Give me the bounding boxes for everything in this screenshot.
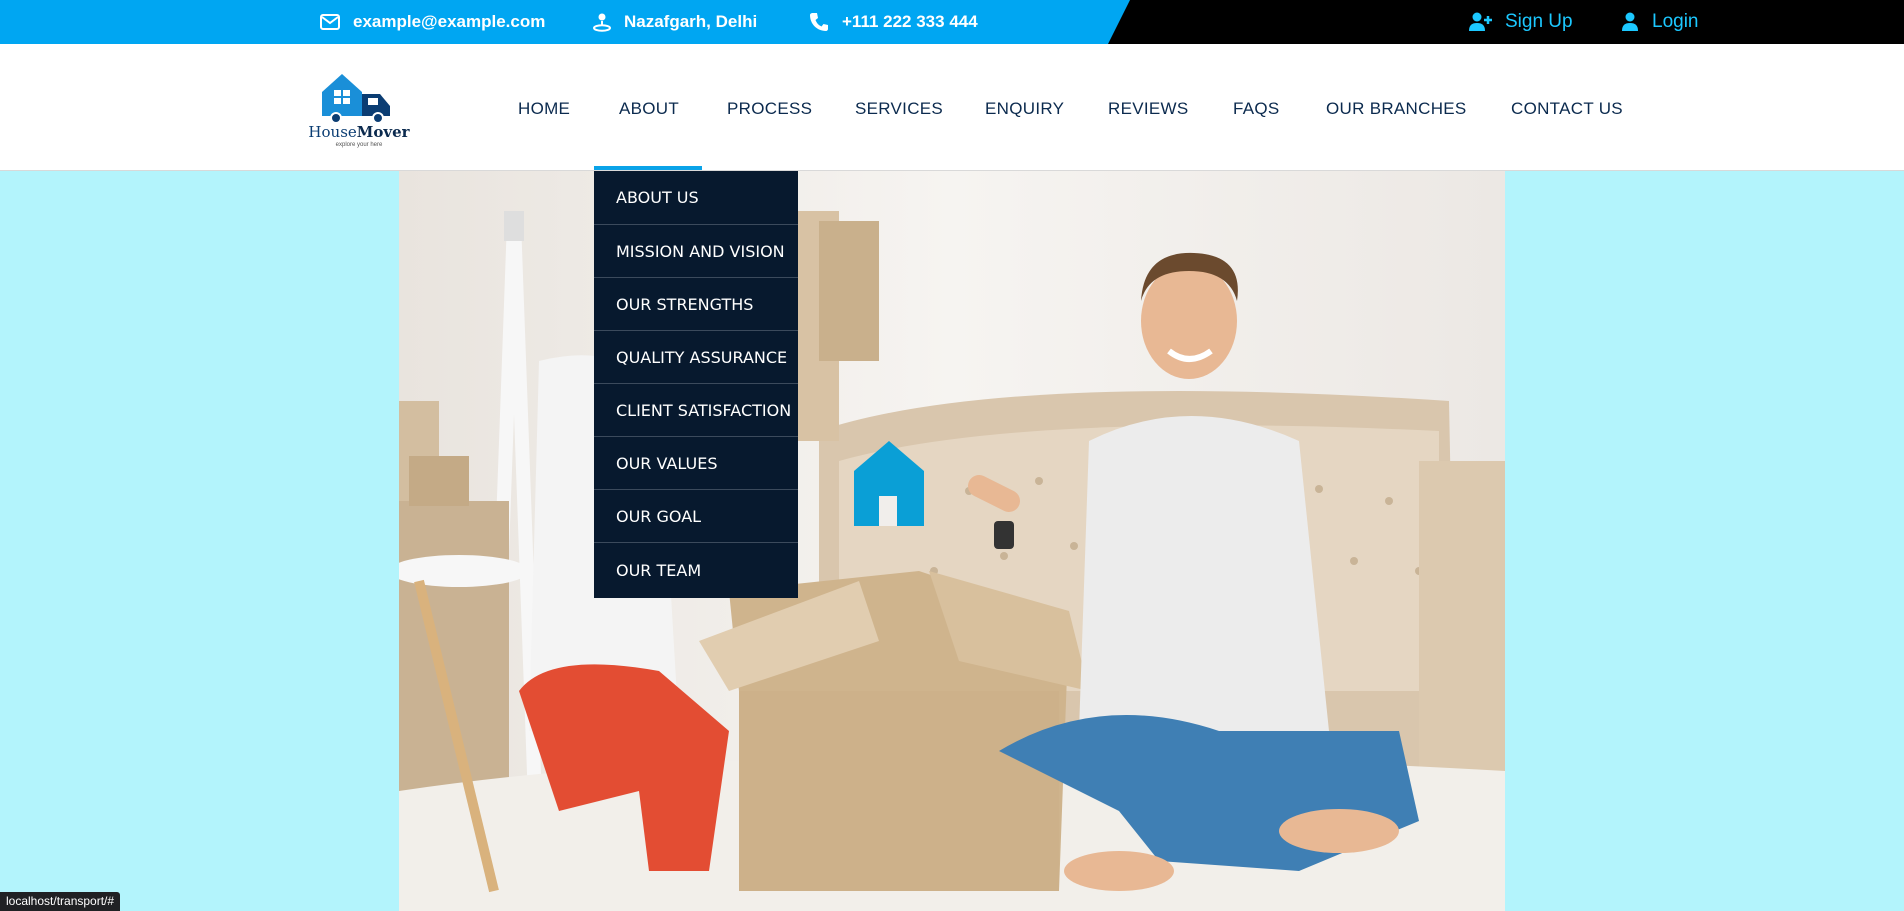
logo-house-text: House — [308, 123, 357, 141]
menu-item-quality-assurance[interactable]: QUALITY ASSURANCE — [594, 331, 798, 384]
signup-text: Sign Up — [1505, 11, 1573, 32]
nav-faqs[interactable]: FAQS — [1233, 99, 1280, 119]
menu-item-our-values[interactable]: OUR VALUES — [594, 437, 798, 490]
menu-item-mission-and-vision[interactable]: MISSION AND VISION — [594, 225, 798, 278]
nav-reviews[interactable]: REVIEWS — [1108, 99, 1189, 119]
top-bar: example@example.com Nazafgarh, Delhi +11… — [0, 0, 1904, 44]
user-plus-icon — [1469, 12, 1492, 31]
active-nav-indicator — [594, 166, 702, 170]
user-icon — [1622, 12, 1638, 31]
about-dropdown-menu: ABOUT US MISSION AND VISION OUR STRENGTH… — [594, 171, 798, 598]
location-text: Nazafgarh, Delhi — [624, 12, 758, 31]
menu-item-our-team[interactable]: OUR TEAM — [594, 543, 798, 598]
hero-banner-image — [399, 171, 1505, 911]
signup-link[interactable]: Sign Up — [1468, 0, 1573, 44]
nav-services[interactable]: SERVICES — [855, 99, 943, 119]
email-link[interactable]: example@example.com — [320, 0, 545, 44]
logo-tagline: explore your here — [335, 142, 383, 148]
phone-link[interactable]: +111 222 333 444 — [809, 0, 978, 44]
location-link[interactable]: Nazafgarh, Delhi — [593, 0, 757, 44]
menu-item-our-strengths[interactable]: OUR STRENGTHS — [594, 278, 798, 331]
nav-about[interactable]: ABOUT — [619, 99, 679, 119]
browser-status-url: localhost/transport/# — [0, 892, 121, 911]
menu-item-our-goal[interactable]: OUR GOAL — [594, 490, 798, 543]
logo-wordmark: HouseMover — [304, 123, 414, 141]
truck-house-logo-icon — [322, 74, 390, 124]
nav-contact-us[interactable]: CONTACT US — [1511, 99, 1623, 119]
email-text: example@example.com — [353, 12, 546, 31]
nav-our-branches[interactable]: OUR BRANCHES — [1326, 99, 1467, 119]
nav-process[interactable]: PROCESS — [727, 99, 812, 119]
site-logo[interactable]: HouseMover explore your here — [304, 68, 414, 152]
main-navbar: HouseMover explore your here HOME ABOUT … — [0, 44, 1904, 171]
nav-enquiry[interactable]: ENQUIRY — [985, 99, 1064, 119]
logo-mover-text: Mover — [356, 123, 410, 141]
menu-item-about-us[interactable]: ABOUT US — [594, 171, 798, 225]
phone-icon — [810, 13, 828, 31]
nav-home[interactable]: HOME — [518, 99, 570, 119]
hero-illustration — [399, 171, 1505, 911]
envelope-icon — [320, 14, 340, 30]
login-link[interactable]: Login — [1621, 0, 1699, 44]
login-text: Login — [1652, 11, 1699, 32]
location-pin-icon — [593, 13, 611, 32]
menu-item-client-satisfaction[interactable]: CLIENT SATISFACTION — [594, 384, 798, 437]
phone-text: +111 222 333 444 — [842, 12, 978, 31]
